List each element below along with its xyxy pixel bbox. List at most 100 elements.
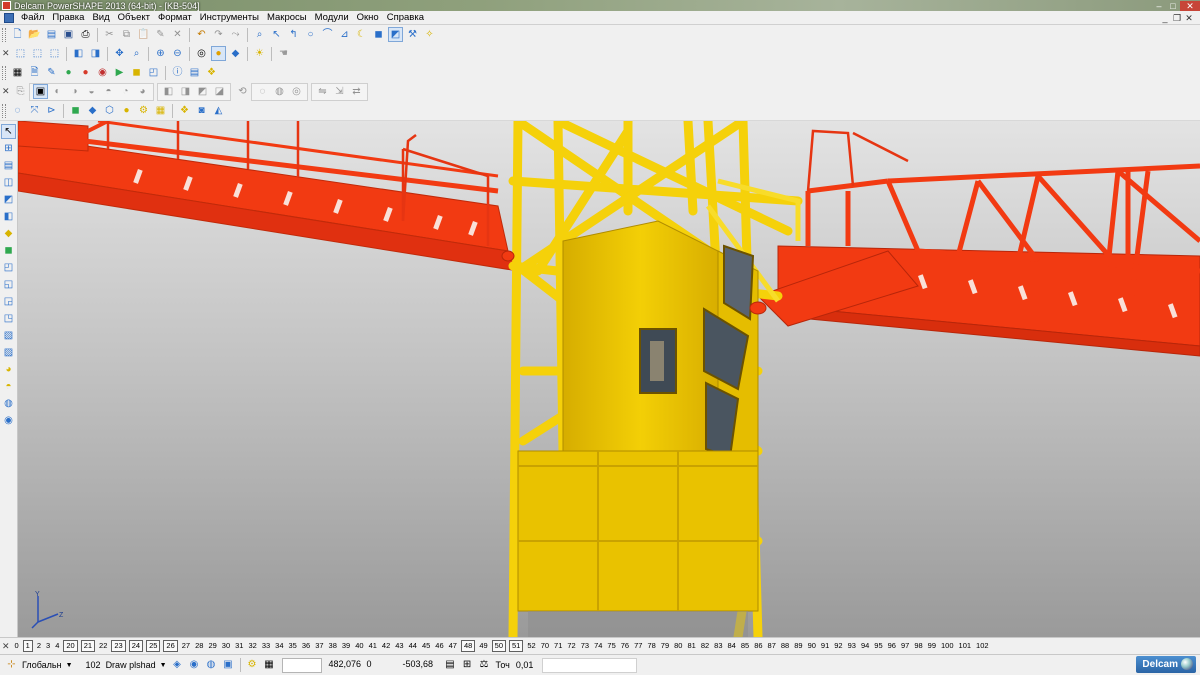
symbols-icon[interactable]: ◲ <box>1 294 16 309</box>
measure-icon[interactable]: ⊿ <box>337 27 352 42</box>
layer-item[interactable]: 41 <box>368 641 378 651</box>
parts-icon[interactable]: ❖ <box>177 103 192 118</box>
layer-item[interactable]: 92 <box>833 641 843 651</box>
layer-item[interactable]: 89 <box>793 641 803 651</box>
globe-icon[interactable]: ◍ <box>1 396 16 411</box>
layer-item[interactable]: 20 <box>63 640 78 652</box>
layer-item[interactable]: 26 <box>163 640 178 652</box>
tolerance-value[interactable]: 0,01 <box>513 660 537 670</box>
layer-item[interactable]: 88 <box>780 641 790 651</box>
redo-icon[interactable]: ↷ <box>211 27 226 42</box>
x-coordinate-field[interactable]: 482,076 <box>326 658 364 673</box>
render-icon[interactable]: ◩ <box>388 27 403 42</box>
layer-item[interactable]: 33 <box>261 641 271 651</box>
filter-icon[interactable]: ⊳ <box>44 103 59 118</box>
pan-icon[interactable]: ✥ <box>112 46 127 61</box>
view-cube-icon[interactable]: ◧ <box>71 46 86 61</box>
layer-item[interactable]: 81 <box>686 641 696 651</box>
view-top-icon[interactable]: ⬚ <box>47 46 62 61</box>
assembly-icon[interactable]: ⚙ <box>136 103 151 118</box>
layer-item[interactable]: 27 <box>181 641 191 651</box>
layer-item[interactable]: 74 <box>593 641 603 651</box>
layer-item[interactable]: 76 <box>620 641 630 651</box>
feature-shell-icon[interactable]: ◕ <box>135 84 150 99</box>
info-icon[interactable]: ⓘ <box>170 65 185 80</box>
layer-item[interactable]: 84 <box>727 641 737 651</box>
layer-item[interactable]: 98 <box>913 641 923 651</box>
layer-item[interactable]: 28 <box>194 641 204 651</box>
tolerance-icon[interactable]: ⚖ <box>477 658 492 673</box>
layer-item[interactable]: 40 <box>354 641 364 651</box>
layer-item[interactable]: 4 <box>54 641 60 651</box>
layer-item[interactable]: 95 <box>873 641 883 651</box>
hand-icon[interactable]: ☚ <box>276 46 291 61</box>
layer-item[interactable]: 36 <box>301 641 311 651</box>
select-by-name-icon[interactable]: ⌕ <box>252 27 267 42</box>
open-recent-icon[interactable]: ▤ <box>44 27 59 42</box>
layer-item[interactable]: 100 <box>940 641 955 651</box>
paste-icon[interactable]: 📋 <box>136 27 151 42</box>
layer-item[interactable]: 79 <box>660 641 670 651</box>
arcs-icon[interactable]: ◩ <box>1 192 16 207</box>
layer-item[interactable]: 39 <box>341 641 351 651</box>
layer-item[interactable]: 25 <box>146 640 161 652</box>
select-all-icon[interactable]: ◭ <box>211 103 226 118</box>
grid-icon[interactable]: ▤ <box>187 65 202 80</box>
layer-item[interactable]: 97 <box>900 641 910 651</box>
history-icon[interactable]: ⟲ <box>235 84 250 99</box>
wireframe-icon[interactable]: ◎ <box>194 46 209 61</box>
position-icon[interactable]: ⊞ <box>460 658 475 673</box>
layer-item[interactable]: 24 <box>128 640 144 652</box>
layer-item[interactable]: 34 <box>274 641 284 651</box>
quick-select-icon[interactable]: ↖ <box>269 27 284 42</box>
toolbar-grip[interactable] <box>2 27 6 42</box>
axis-xy-icon[interactable]: ⤧ <box>27 103 42 118</box>
menu-file[interactable]: Файл <box>17 11 48 25</box>
view-3d-icon[interactable]: ◌ <box>10 103 25 118</box>
menu-view[interactable]: Вид <box>88 11 113 25</box>
layer-item[interactable]: 94 <box>860 641 870 651</box>
document-icon[interactable] <box>4 12 14 23</box>
magic-wand-icon[interactable]: ✧ <box>422 27 437 42</box>
z-coordinate-field[interactable]: -503,68 <box>400 658 442 673</box>
layer-item[interactable]: 78 <box>646 641 656 651</box>
boolean-add-icon[interactable]: ◧ <box>161 84 176 99</box>
solid-select-icon[interactable]: ◼ <box>68 103 83 118</box>
layer-item[interactable]: 93 <box>847 641 857 651</box>
copy-icon[interactable]: ⧉ <box>119 27 134 42</box>
surface-status-icon[interactable]: ◈ <box>170 658 185 673</box>
layer-item[interactable]: 80 <box>673 641 683 651</box>
mirror-icon[interactable]: ⇋ <box>315 84 330 99</box>
clip-icon[interactable]: ✎ <box>153 27 168 42</box>
layer-item[interactable]: 85 <box>740 641 750 651</box>
doc-icon[interactable]: 🗎 <box>27 65 42 80</box>
surface-3-icon[interactable]: ◎ <box>289 84 304 99</box>
layer-item[interactable]: 83 <box>713 641 723 651</box>
mesh-tool-icon[interactable]: ◳ <box>1 311 16 326</box>
view-iso-icon[interactable]: ⬚ <box>13 46 28 61</box>
tool-status-icon[interactable]: ▣ <box>221 658 236 673</box>
cut-icon[interactable]: ✂ <box>102 27 117 42</box>
graphics-viewport[interactable] <box>18 121 1200 637</box>
text-icon[interactable]: ◱ <box>1 277 16 292</box>
new-file-icon[interactable]: 🗋 <box>10 27 25 42</box>
feature-loft-icon[interactable]: ◓ <box>101 84 116 99</box>
layer-item[interactable]: 50 <box>491 640 507 652</box>
toolbar-close-icon[interactable]: ✕ <box>2 48 10 59</box>
layer-item[interactable]: 99 <box>927 641 937 651</box>
group-icon[interactable]: ◙ <box>194 103 209 118</box>
workplane-dropdown[interactable]: Глобальн ▼ <box>20 660 75 670</box>
layer-item[interactable]: 70 <box>540 641 550 651</box>
y-coordinate-field[interactable]: 0 <box>364 658 398 673</box>
view-front-icon[interactable]: ⬚ <box>30 46 45 61</box>
calculator-icon[interactable]: ▤ <box>443 658 458 673</box>
surfaces-icon[interactable]: ◆ <box>1 226 16 241</box>
banana-icon[interactable]: ☾ <box>354 27 369 42</box>
layer-item[interactable]: 87 <box>767 641 777 651</box>
workplane-icon[interactable]: ⊞ <box>1 141 16 156</box>
edit-doc-icon[interactable]: ✎ <box>44 65 59 80</box>
layer-item[interactable]: 29 <box>207 641 217 651</box>
feature-blend-icon[interactable]: ◔ <box>118 84 133 99</box>
point-select-icon[interactable]: ● <box>119 103 134 118</box>
level-icon[interactable]: ▤ <box>1 158 16 173</box>
